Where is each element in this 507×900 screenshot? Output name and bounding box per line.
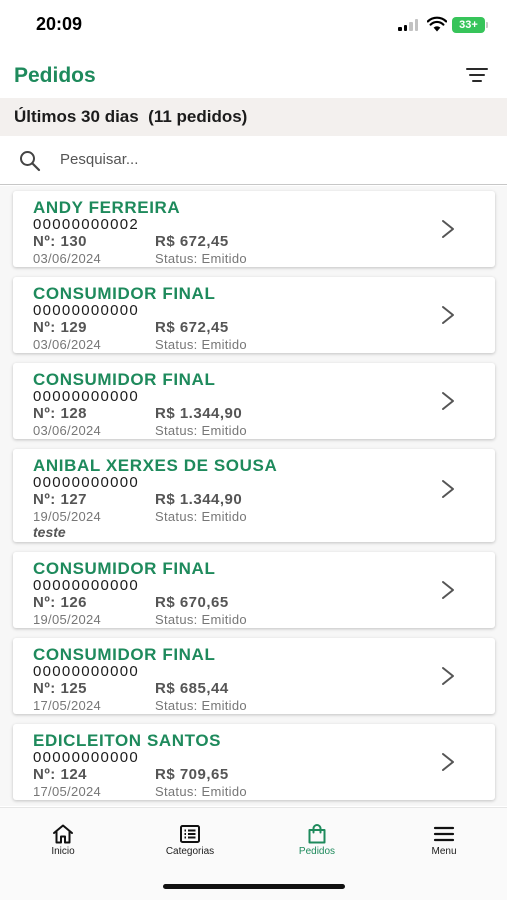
customer-document: 00000000000 — [33, 302, 140, 319]
order-number: Nº: 128 — [33, 405, 88, 422]
customer-name: CONSUMIDOR FINAL — [33, 559, 216, 578]
chevron-right-icon — [442, 753, 454, 771]
customer-name: ANIBAL XERXES DE SOUSA — [33, 456, 278, 475]
filter-icon-line — [469, 74, 485, 76]
app-header: Pedidos — [0, 50, 507, 98]
shopping-bag-icon — [308, 824, 326, 844]
order-card[interactable]: ANIBAL XERXES DE SOUSA 00000000000 Nº: 1… — [13, 449, 495, 542]
order-card[interactable]: CONSUMIDOR FINAL 00000000000 Nº: 126 R$ … — [13, 552, 495, 628]
order-number: Nº: 127 — [33, 491, 88, 508]
tab-label: Pedidos — [298, 846, 336, 857]
filter-button[interactable] — [460, 64, 494, 88]
chevron-right-icon — [442, 667, 454, 685]
customer-document: 00000000000 — [33, 474, 140, 491]
order-card[interactable]: EDICLEITON SANTOS 00000000000 Nº: 124 R$… — [13, 724, 495, 800]
customer-document: 00000000002 — [33, 216, 140, 233]
order-status: Status: Emitido — [155, 612, 247, 627]
customer-name: CONSUMIDOR FINAL — [33, 370, 216, 389]
chevron-right-icon — [442, 306, 454, 324]
search-icon — [20, 151, 41, 172]
orders-summary: Últimos 30 dias (11 pedidos) — [14, 107, 248, 126]
order-date: 17/05/2024 — [33, 698, 102, 713]
tab-label: Categorias — [165, 846, 215, 857]
order-total: R$ 672,45 — [155, 233, 229, 250]
order-card[interactable]: CONSUMIDOR FINAL 00000000000 Nº: 125 R$ … — [13, 638, 495, 714]
order-total: R$ 685,44 — [155, 680, 229, 697]
tab-label: Menu — [431, 846, 457, 857]
order-number: Nº: 125 — [33, 680, 88, 697]
customer-name: ANDY FERREIRA — [33, 198, 181, 217]
order-date: 03/06/2024 — [33, 423, 102, 438]
menu-icon — [433, 826, 455, 842]
order-date: 19/05/2024 — [33, 509, 102, 524]
tab-menu[interactable]: Menu — [381, 808, 507, 868]
order-total: R$ 670,65 — [155, 594, 229, 611]
home-indicator — [163, 884, 345, 889]
tab-categorias[interactable]: Categorias — [127, 808, 253, 868]
customer-name: EDICLEITON SANTOS — [33, 731, 222, 750]
filter-icon-line — [472, 80, 482, 82]
battery-icon: 33+ — [452, 17, 485, 33]
chevron-right-icon — [442, 392, 454, 410]
orders-summary-bar: Últimos 30 dias (11 pedidos) — [0, 98, 507, 136]
customer-document: 00000000000 — [33, 663, 140, 680]
home-icon — [53, 824, 73, 844]
customer-name: CONSUMIDOR FINAL — [33, 645, 216, 664]
order-status: Status: Emitido — [155, 698, 247, 713]
order-total: R$ 1.344,90 — [155, 491, 243, 508]
tab-label: Inicio — [51, 846, 75, 857]
tab-pedidos[interactable]: Pedidos — [254, 808, 380, 868]
cellular-signal-icon — [398, 19, 418, 31]
chevron-right-icon — [442, 220, 454, 238]
order-status: Status: Emitido — [155, 337, 247, 352]
order-date: 03/06/2024 — [33, 337, 102, 352]
customer-document: 00000000000 — [33, 749, 140, 766]
order-status: Status: Emitido — [155, 784, 247, 799]
chevron-right-icon — [442, 581, 454, 599]
order-number: Nº: 129 — [33, 319, 88, 336]
order-total: R$ 709,65 — [155, 766, 229, 783]
order-date: 19/05/2024 — [33, 612, 102, 627]
list-icon — [180, 825, 200, 843]
chevron-right-icon — [442, 480, 454, 498]
order-card[interactable]: ANDY FERREIRA 00000000002 Nº: 130 R$ 672… — [13, 191, 495, 267]
order-status: Status: Emitido — [155, 509, 247, 524]
filter-icon — [466, 68, 488, 70]
search-input[interactable] — [60, 145, 480, 173]
orders-list: ANDY FERREIRA 00000000002 Nº: 130 R$ 672… — [0, 186, 507, 806]
status-time: 20:09 — [36, 14, 83, 34]
battery-tip — [486, 22, 488, 28]
search-bar — [0, 136, 507, 185]
customer-document: 00000000000 — [33, 577, 140, 594]
order-number: Nº: 130 — [33, 233, 88, 250]
order-date: 03/06/2024 — [33, 251, 102, 266]
status-bar: 20:09 33+ — [0, 0, 507, 50]
order-status: Status: Emitido — [155, 251, 247, 266]
order-number: Nº: 124 — [33, 766, 88, 783]
order-card[interactable]: CONSUMIDOR FINAL 00000000000 Nº: 129 R$ … — [13, 277, 495, 353]
wifi-icon — [427, 16, 447, 32]
order-date: 17/05/2024 — [33, 784, 102, 799]
order-status: Status: Emitido — [155, 423, 247, 438]
page-title: Pedidos — [14, 64, 96, 87]
customer-name: CONSUMIDOR FINAL — [33, 284, 216, 303]
customer-document: 00000000000 — [33, 388, 140, 405]
order-total: R$ 1.344,90 — [155, 405, 243, 422]
order-total: R$ 672,45 — [155, 319, 229, 336]
order-number: Nº: 126 — [33, 594, 88, 611]
order-note: teste — [33, 524, 66, 540]
order-card[interactable]: CONSUMIDOR FINAL 00000000000 Nº: 128 R$ … — [13, 363, 495, 439]
tab-inicio[interactable]: Inicio — [0, 808, 126, 868]
